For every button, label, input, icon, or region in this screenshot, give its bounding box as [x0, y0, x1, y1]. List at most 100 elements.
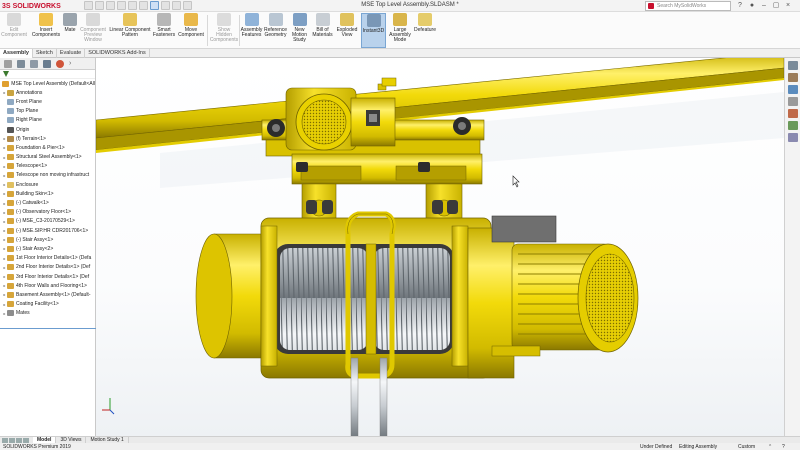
- tree-item[interactable]: ▸ 2nd Floor Interior Details<1> (Def: [0, 263, 95, 272]
- assembly-features-button[interactable]: Assembly Features: [240, 13, 263, 48]
- component-preview-window-button[interactable]: Component Preview Window: [78, 13, 108, 48]
- file-properties-icon[interactable]: [172, 1, 181, 10]
- tree-item[interactable]: ▸ (f) Terrain<1>: [0, 134, 95, 143]
- instant3d-button[interactable]: Instant3D: [361, 13, 386, 48]
- tree-item[interactable]: ▸ Enclosure: [0, 180, 95, 189]
- configuration-manager-icon[interactable]: [30, 59, 38, 68]
- tree-item-label: MSE Top Level Assembly (Default<All: [11, 80, 95, 87]
- tree-item[interactable]: ▸ (-) Observatory Floor<1>: [0, 208, 95, 217]
- chevron-right-icon[interactable]: ›: [69, 60, 71, 67]
- open-icon[interactable]: [106, 1, 115, 10]
- minimize-icon[interactable]: –: [760, 1, 768, 10]
- tree-item[interactable]: ▸ Coating Facility<1>: [0, 300, 95, 309]
- tree-item[interactable]: ▸ Mates: [0, 309, 95, 318]
- tree-item[interactable]: Origin: [0, 125, 95, 134]
- design-library-icon[interactable]: [787, 73, 798, 82]
- tree-item[interactable]: ▸ (-) Stair Assy<2>: [0, 244, 95, 253]
- exploded-view-button[interactable]: Exploded View: [335, 13, 359, 48]
- units-selector[interactable]: Custom: [738, 444, 755, 450]
- search-mysolidworks-input[interactable]: Search MySolidWorks: [645, 1, 731, 11]
- tree-item[interactable]: Right Plane: [0, 116, 95, 125]
- show-hidden-components-button[interactable]: Show Hidden Components: [209, 13, 239, 48]
- hoist-drum-assembly[interactable]: [195, 211, 639, 379]
- scroll-first-icon[interactable]: [2, 437, 8, 443]
- tree-item[interactable]: ▸ (-) Catwalk<1>: [0, 198, 95, 207]
- tree-item[interactable]: ▸ (-) Stair Assy<1>: [0, 235, 95, 244]
- tree-item[interactable]: ▸ (-) MSE_C3-20170529<1>: [0, 217, 95, 226]
- large-assembly-icon: [393, 13, 407, 26]
- new-document-icon[interactable]: [95, 1, 104, 10]
- quick-access-toolbar: [84, 1, 192, 11]
- property-manager-icon[interactable]: [17, 59, 25, 68]
- edit-component-button[interactable]: Edit Component: [1, 13, 27, 48]
- tree-item-label: Right Plane: [16, 117, 42, 124]
- tab-solidworks-add-ins[interactable]: SOLIDWORKS Add-Ins: [85, 49, 150, 58]
- mate-button[interactable]: Mate: [63, 13, 77, 48]
- tree-item[interactable]: ▸ 1st Floor Interior Details<1> (Defa: [0, 254, 95, 263]
- tree-item[interactable]: Top Plane: [0, 107, 95, 116]
- tree-item[interactable]: ▸ Structural Steel Assembly<1>: [0, 153, 95, 162]
- new-motion-study-button[interactable]: New Motion Study: [289, 13, 310, 48]
- restore-icon[interactable]: ▢: [772, 1, 780, 10]
- feature-manager-icon[interactable]: [4, 59, 12, 68]
- forum-icon[interactable]: [787, 133, 798, 142]
- print-icon[interactable]: [128, 1, 137, 10]
- close-icon[interactable]: ×: [784, 1, 792, 10]
- tree-item[interactable]: Front Plane: [0, 97, 95, 106]
- large-assembly-mode-button[interactable]: Large Assembly Mode: [388, 13, 412, 48]
- solidworks-logo[interactable]: 3S SOLIDWORKS: [2, 1, 61, 11]
- insert-components-button[interactable]: Insert Components: [30, 13, 62, 48]
- options-icon[interactable]: [183, 1, 192, 10]
- tree-item[interactable]: ▸ (-) MSE.SIP.HR CDR201706<1>: [0, 226, 95, 235]
- solidworks-resources-icon[interactable]: [787, 61, 798, 70]
- custom-properties-icon[interactable]: [787, 121, 798, 130]
- tab-evaluate[interactable]: Evaluate: [57, 49, 86, 58]
- tree-item[interactable]: ▸ Telescope<1>: [0, 162, 95, 171]
- user-icon[interactable]: ●: [748, 1, 756, 10]
- view-palette-icon[interactable]: [787, 97, 798, 106]
- select-icon[interactable]: [150, 1, 159, 10]
- tree-filter[interactable]: [0, 70, 95, 79]
- linear-component-pattern-button[interactable]: Linear Component Pattern: [109, 13, 151, 48]
- hoist-model-view[interactable]: [96, 58, 784, 436]
- scroll-last-icon[interactable]: [23, 437, 29, 443]
- reference-geometry-button[interactable]: Reference Geometry: [263, 13, 288, 48]
- tab-sketch[interactable]: Sketch: [33, 49, 57, 58]
- tree-item[interactable]: ▸ Foundation & Pier<1>: [0, 143, 95, 152]
- tree-item[interactable]: ▸ Annotations: [0, 88, 95, 97]
- defeature-button[interactable]: Defeature: [413, 13, 437, 48]
- tree-rollback-bar[interactable]: [0, 328, 96, 329]
- tab-assembly[interactable]: Assembly: [0, 49, 33, 58]
- brand-name: SOLIDWORKS: [12, 2, 61, 10]
- chevron-up-icon[interactable]: ⌃: [768, 444, 772, 450]
- tree-item-label: Coating Facility<1>: [16, 301, 59, 308]
- save-icon[interactable]: [117, 1, 126, 10]
- tree-item[interactable]: ▸ Telescope non moving infrastruct: [0, 171, 95, 180]
- scroll-prev-icon[interactable]: [9, 437, 15, 443]
- move-component-button[interactable]: Move Component: [177, 13, 205, 48]
- trolley-motor[interactable]: [285, 77, 397, 151]
- plane-icon: [7, 117, 14, 124]
- undo-icon[interactable]: [139, 1, 148, 10]
- filter-icon[interactable]: [3, 71, 9, 77]
- smart-fasteners-button[interactable]: Smart Fasteners: [152, 13, 176, 48]
- appearances-icon[interactable]: [787, 109, 798, 118]
- rebuild-icon[interactable]: [161, 1, 170, 10]
- home-icon[interactable]: [84, 1, 93, 10]
- tree-item[interactable]: ▸ 4th Floor Walls and Flooring<1>: [0, 281, 95, 290]
- dimxpert-icon[interactable]: [43, 59, 51, 68]
- help-status-icon[interactable]: ?: [782, 444, 785, 450]
- help-icon[interactable]: ?: [736, 1, 744, 10]
- exploded-view-icon: [340, 13, 354, 26]
- file-explorer-icon[interactable]: [787, 85, 798, 94]
- tree-root-assembly[interactable]: MSE Top Level Assembly (Default<All: [0, 79, 95, 88]
- graphics-area[interactable]: [96, 58, 784, 436]
- bill-of-materials-button[interactable]: Bill of Materials: [311, 13, 334, 48]
- tree-item[interactable]: ▸ Building Skin<1>: [0, 189, 95, 198]
- scroll-next-icon[interactable]: [16, 437, 22, 443]
- tree-item[interactable]: ▸ 3rd Floor Interior Details<1> (Def: [0, 272, 95, 281]
- display-manager-icon[interactable]: [56, 59, 64, 68]
- tree-item[interactable]: ▸ Basement Assembly<1> (Default-: [0, 290, 95, 299]
- search-icon: [648, 3, 654, 9]
- subassembly-icon: [7, 200, 14, 207]
